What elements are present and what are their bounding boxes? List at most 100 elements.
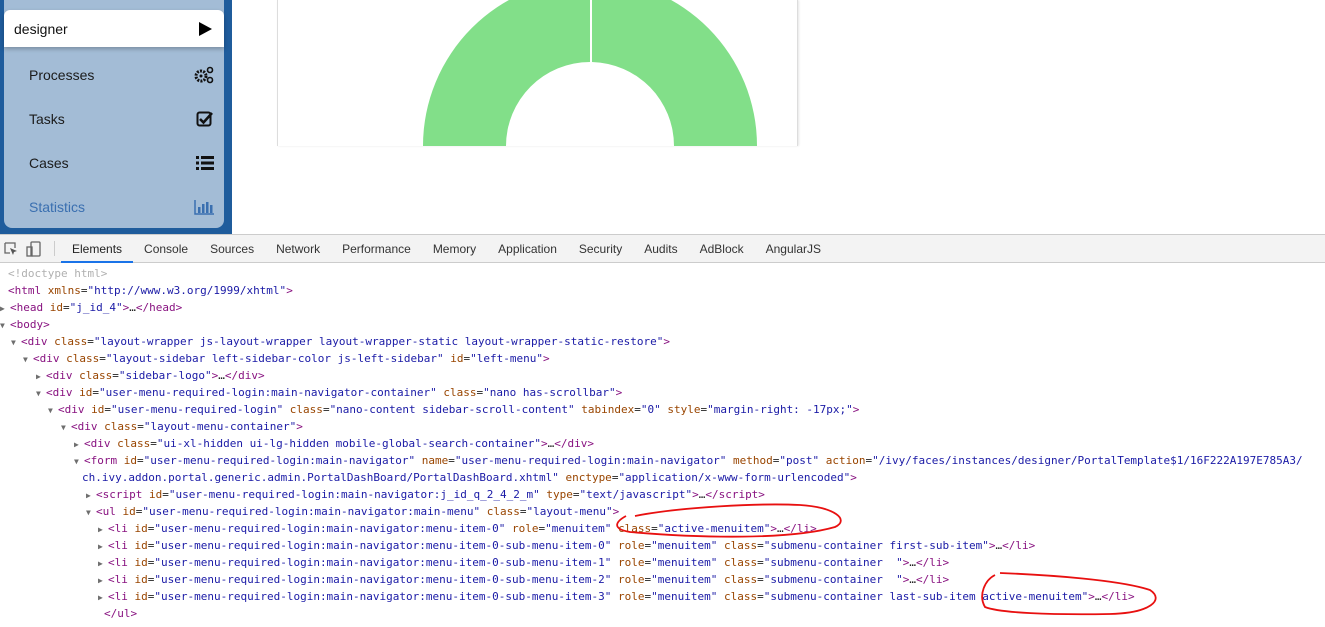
- code-token: <script: [96, 488, 149, 501]
- code-token: …: [129, 301, 136, 314]
- collapse-triangle-icon[interactable]: ▼: [61, 419, 71, 436]
- code-token: id: [49, 301, 63, 314]
- dom-node-line[interactable]: ▶ <li id = "user-menu-required-login:main-n…: [0, 537, 1303, 554]
- tab-security[interactable]: Security: [568, 235, 633, 262]
- code-token: <ul: [96, 505, 123, 518]
- code-token: "/ivy/faces/instances/designer/PortalTem…: [872, 454, 1303, 467]
- code-token: <div: [33, 352, 67, 365]
- tab-console[interactable]: Console: [133, 235, 199, 262]
- collapse-triangle-icon[interactable]: ▼: [0, 317, 10, 334]
- collapse-triangle-icon[interactable]: ▼: [36, 385, 46, 402]
- collapse-triangle-icon[interactable]: ▼: [23, 351, 33, 368]
- code-token: "layout-menu-container": [143, 420, 297, 433]
- expand-triangle-icon[interactable]: ▶: [36, 368, 46, 385]
- dom-node-line[interactable]: ▶ <li id = "user-menu-required-login:main-n…: [0, 571, 1303, 588]
- dom-node-line[interactable]: ▶ <li id = "user-menu-required-login:main-n…: [0, 520, 1303, 537]
- dom-node-line[interactable]: ▶ <li id = "user-menu-required-login:main-n…: [0, 554, 1303, 571]
- collapse-triangle-icon[interactable]: ▼: [74, 453, 84, 470]
- sidebar-item-processes[interactable]: Processes: [4, 60, 224, 90]
- code-token: class: [717, 590, 758, 603]
- code-token: =: [757, 539, 764, 552]
- devtools-panel: Elements Console Sources Network Performance…: [0, 234, 1325, 626]
- code-token: "user-menu-required-login:main-navigator…: [154, 590, 612, 603]
- code-token: </li>: [1002, 539, 1036, 552]
- code-token: =: [137, 454, 144, 467]
- dom-node-line[interactable]: ▶ <div class="ui-xl-hidden ui-lg-hidden m…: [0, 435, 1303, 452]
- donut-segment-right[interactable]: [592, 0, 757, 146]
- code-token: "menuitem": [651, 556, 718, 569]
- expand-triangle-icon[interactable]: ▶: [86, 487, 96, 504]
- tab-adblock[interactable]: AdBlock: [689, 235, 755, 262]
- expand-triangle-icon[interactable]: ▶: [98, 589, 108, 606]
- dom-node-line[interactable]: ▼ <div class="layout-menu-container">: [0, 418, 1303, 435]
- code-token: "sidebar-logo": [118, 369, 212, 382]
- sidebar-item-label: Statistics: [29, 199, 86, 215]
- code-token: "application/x-www-form-urlencoded": [618, 471, 851, 484]
- user-menu-item[interactable]: designer: [4, 10, 224, 47]
- code-token: "layout-wrapper js-layout-wrapper layout…: [93, 335, 664, 348]
- expand-triangle-icon[interactable]: ▶: [98, 521, 108, 538]
- code-token: =: [80, 284, 88, 297]
- sidebar-item-tasks[interactable]: Tasks: [4, 104, 224, 134]
- code-token: "menuitem": [651, 539, 718, 552]
- collapse-triangle-icon[interactable]: ▼: [11, 334, 21, 351]
- code-token: =: [757, 556, 764, 569]
- dom-node-line[interactable]: ▼ <div class="layout-sidebar left-sidebar…: [0, 350, 1303, 367]
- code-token: <form: [84, 454, 124, 467]
- sidebar: designer Processes Tasks Cases Statistic…: [0, 0, 232, 234]
- dom-node-line[interactable]: <html xmlns="http://www.w3.org/1999/xhtm…: [0, 282, 1303, 299]
- collapse-triangle-icon[interactable]: ▼: [48, 402, 58, 419]
- dom-node-line[interactable]: ▼ <div id="user-menu-required-login:main-…: [0, 384, 1303, 401]
- dom-node-line[interactable]: ▼ <ul id = "user-menu-required-login:main-n…: [0, 503, 1303, 520]
- dom-node-line[interactable]: ch.ivy.addon.portal.generic.admin.Portal…: [0, 469, 1303, 486]
- code-token: class: [79, 369, 113, 382]
- tab-audits[interactable]: Audits: [633, 235, 688, 262]
- dom-node-line[interactable]: ▶ <head id="j_id_4">…</head>: [0, 299, 1303, 316]
- tab-application[interactable]: Application: [487, 235, 568, 262]
- code-token: enctype: [558, 471, 612, 484]
- expand-triangle-icon[interactable]: ▶: [98, 555, 108, 572]
- dom-node-line[interactable]: ▼ <form id="user-menu-required-login:main…: [0, 452, 1303, 469]
- code-token: class: [54, 335, 88, 348]
- code-token: class: [104, 420, 138, 433]
- expand-triangle-icon[interactable]: ▶: [98, 572, 108, 589]
- code-token: ch.ivy.addon.portal.generic.admin.Portal…: [82, 471, 559, 484]
- bar-chart-icon: [194, 199, 214, 215]
- tab-network[interactable]: Network: [265, 235, 331, 262]
- code-token: "user-menu-required-login:main-navigator…: [168, 488, 540, 501]
- dom-node-line[interactable]: ▼ <div class="layout-wrapper js-layout-wr…: [0, 333, 1303, 350]
- donut-segment-left[interactable]: [423, 0, 590, 146]
- tab-angularjs[interactable]: AngularJS: [755, 235, 832, 262]
- tab-performance[interactable]: Performance: [331, 235, 422, 262]
- code-token: "menuitem": [651, 590, 718, 603]
- dom-node-line[interactable]: </ul>: [0, 605, 1303, 622]
- dom-node-line[interactable]: ▼ <div id="user-menu-required-login" clas…: [0, 401, 1303, 418]
- device-toolbar-icon[interactable]: [26, 240, 42, 257]
- code-token: <li: [108, 539, 135, 552]
- code-token: type: [539, 488, 573, 501]
- dom-node-line[interactable]: ▶ <script id="user-menu-required-login:ma…: [0, 486, 1303, 503]
- code-token: "ui-xl-hidden ui-lg-hidden mobile-global…: [156, 437, 541, 450]
- expand-triangle-icon[interactable]: ▶: [74, 436, 84, 453]
- dom-node-line[interactable]: ▶ <li id = "user-menu-required-login:main-n…: [0, 588, 1303, 605]
- tab-memory[interactable]: Memory: [422, 235, 487, 262]
- code-token: =: [651, 522, 658, 535]
- tab-elements[interactable]: Elements: [61, 235, 134, 263]
- code-token: >: [540, 437, 548, 450]
- expand-triangle-icon[interactable]: ▶: [98, 538, 108, 555]
- collapse-triangle-icon[interactable]: ▼: [86, 504, 96, 521]
- inspect-element-icon[interactable]: [4, 241, 18, 256]
- code-token: "user-menu-required-login": [111, 403, 284, 416]
- sidebar-item-statistics[interactable]: Statistics: [4, 192, 224, 222]
- dom-node-line[interactable]: ▼ <body>: [0, 316, 1303, 333]
- expand-triangle-icon[interactable]: ▶: [0, 300, 10, 317]
- sidebar-item-cases[interactable]: Cases: [4, 148, 224, 178]
- code-token: "menuitem": [651, 573, 718, 586]
- dom-node-line[interactable]: ▶ <div class="sidebar-logo">…</div>: [0, 367, 1303, 384]
- code-token: <li: [108, 556, 135, 569]
- code-token: tabindex: [574, 403, 635, 416]
- tab-sources[interactable]: Sources: [199, 235, 265, 262]
- code-token: "user-menu-required-login:main-navigator…: [142, 505, 481, 518]
- code-token: method: [726, 454, 773, 467]
- dom-node-line[interactable]: <!doctype html>: [0, 265, 1303, 282]
